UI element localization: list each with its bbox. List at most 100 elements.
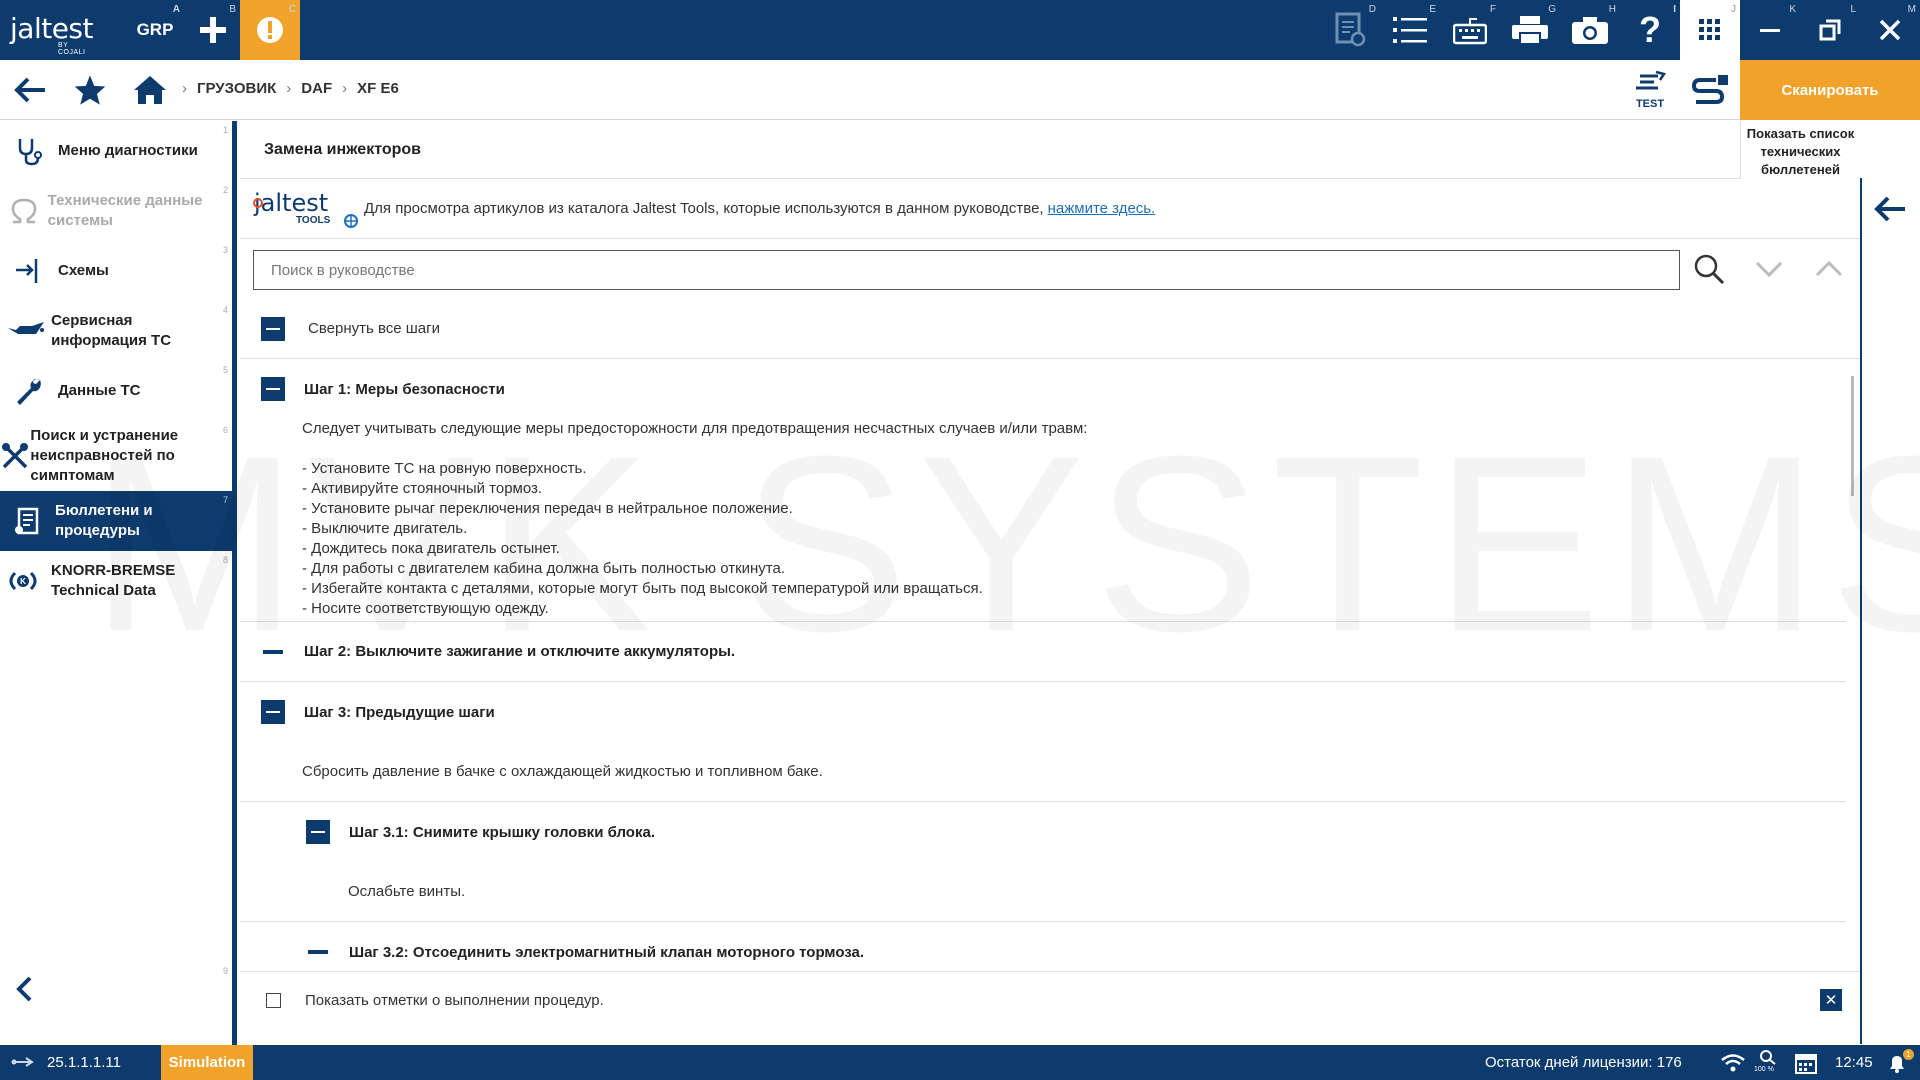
jaltest-logo: jaltest BY COJALI [10,12,94,56]
notification-count: 1 [1903,1049,1914,1060]
restore-icon [1819,19,1841,41]
show-bulletins-button[interactable]: Показать список технических бюллетеней [1740,121,1860,179]
document-settings-icon [1335,12,1366,47]
collapse-sidebar-button[interactable] [14,975,34,1008]
knorr-icon: K [9,571,37,591]
zoom-icon[interactable] [1758,1049,1778,1065]
home-icon [134,76,166,104]
expand-step-button[interactable] [263,649,283,654]
search-prev-button[interactable] [1809,251,1849,287]
sidebar-item-knorr-bremse[interactable]: K KNORR-BREMSE Technical Data 8 [0,551,232,611]
test-icon: TEST [1636,70,1667,110]
grp-button[interactable]: GRP A [126,0,184,60]
sidebar-item-schematics[interactable]: Схемы 3 [0,241,232,301]
minimize-icon [1760,29,1780,32]
navigation-bar: › ГРУЗОВИК › DAF › XF E6 TEST [0,60,1920,120]
step-header[interactable]: Шаг 2: Выключите зажигание и отключите а… [240,622,1846,682]
camera-button[interactable]: H [1560,0,1620,60]
breadcrumb-item[interactable]: ГРУЗОВИК [197,80,276,97]
scrollbar[interactable] [1851,376,1854,496]
wrench-icon [17,379,41,405]
documents-button[interactable]: D [1320,0,1380,60]
sidebar-divider [232,121,237,1045]
panel-back-button[interactable] [1860,179,1920,239]
substep-body: Ослабьте винты. [240,862,1846,922]
sidebar-item-diagnostics-menu[interactable]: Меню диагностики 1 [0,121,232,181]
arrow-left-icon [1874,196,1905,222]
breadcrumb-item[interactable]: XF E6 [357,80,399,97]
restore-button[interactable]: L [1800,0,1860,60]
jaltest-tools-logo: jaltest TOOLS [252,189,362,229]
collapse-substep-button[interactable] [306,820,330,844]
license-days: Остаток дней лицензии: 176 [1485,1054,1682,1071]
search-button[interactable] [1689,251,1729,287]
home-button[interactable] [120,60,180,120]
sidebar-item-service-info[interactable]: Сервисная информация ТС 4 [0,301,232,361]
collapse-step-button[interactable] [261,700,285,724]
alert-button[interactable]: C [240,0,300,60]
search-input[interactable] [253,250,1680,290]
sidebar-item-troubleshooting[interactable]: Поиск и устранение неисправностей по сим… [0,421,232,491]
scan-button[interactable]: Сканировать [1740,60,1920,120]
substep-header[interactable]: Шаг 3.2: Отсоединить электромагнитный кл… [240,922,1846,969]
print-button[interactable]: G [1500,0,1560,60]
substep-header[interactable]: Шаг 3.1: Снимите крышку головки блока. [240,802,1846,862]
add-button[interactable]: B [186,0,240,60]
chevron-right-icon: › [182,80,187,97]
camera-icon [1572,17,1608,44]
steps-list: Шаг 1: Меры безопасности Следует учитыва… [240,359,1846,969]
collapse-all-button[interactable] [261,316,285,341]
breadcrumb: › ГРУЗОВИК › DAF › XF E6 [182,80,399,97]
sidebar-item-system-tech-data[interactable]: Технические данные системы 2 [0,181,232,241]
step-header[interactable]: Шаг 1: Меры безопасности [240,359,1846,419]
page-title: Замена инжекторов [240,121,1740,179]
plus-icon [200,17,226,43]
sidebar-item-bulletins[interactable]: Бюллетени и процедуры 7 [0,491,232,551]
expand-substep-button[interactable] [308,950,328,954]
search-next-button[interactable] [1749,251,1789,287]
question-icon: ? [1639,9,1661,50]
connection-icon [1691,75,1728,104]
apps-button[interactable]: J [1680,0,1740,60]
omega-icon [11,198,37,224]
step-header[interactable]: Шаг 3: Предыдущие шаги [240,682,1846,742]
wifi-icon[interactable] [1720,1053,1746,1073]
collapse-all-row: Свернуть все шаги [240,299,1860,359]
sidebar-item-vehicle-data[interactable]: Данные ТС 5 [0,361,232,421]
test-button[interactable]: TEST [1620,60,1680,120]
calendar-icon[interactable] [1794,1051,1818,1075]
tools-catalog-link[interactable]: нажмите здесь. [1048,200,1156,217]
procedure-panel: Замена инжекторов Показать список технич… [240,121,1905,1045]
back-button[interactable] [0,60,60,120]
close-window-button[interactable]: M [1860,0,1920,60]
list-button[interactable]: E [1380,0,1440,60]
bulletin-icon [14,507,38,535]
close-icon [1879,19,1901,41]
chevron-down-icon [1755,261,1783,278]
favorites-button[interactable] [60,60,120,120]
minimize-button[interactable]: K [1740,0,1800,60]
printer-icon [1512,16,1548,45]
chevron-left-icon [16,976,32,1002]
chevron-right-icon: › [286,80,292,97]
help-button[interactable]: ? I [1620,0,1680,60]
close-panel-button[interactable]: ✕ [1820,989,1842,1011]
chevron-up-icon [1815,260,1843,277]
arrow-left-icon [14,77,45,103]
simulation-badge: Simulation [161,1045,253,1080]
alert-icon [257,17,283,43]
sidebar: Меню диагностики 1 Технические данные си… [0,121,232,1045]
stethoscope-icon [18,139,42,166]
keyboard-button[interactable]: F [1440,0,1500,60]
jaltest-tools-bar: jaltest TOOLS Для просмотра артикулов из … [240,179,1860,239]
show-completion-checkbox[interactable] [266,993,281,1008]
collapse-step-button[interactable] [261,377,285,401]
status-bar: 25.1.1.1.11 Simulation Остаток дней лице… [0,1045,1920,1080]
star-icon [74,75,106,105]
breadcrumb-item[interactable]: DAF [301,80,332,97]
usb-icon [11,1057,34,1067]
panel-border [1860,178,1862,1044]
svg-text:K: K [20,577,26,586]
connection-button[interactable] [1680,60,1740,120]
oil-can-icon [7,322,44,334]
